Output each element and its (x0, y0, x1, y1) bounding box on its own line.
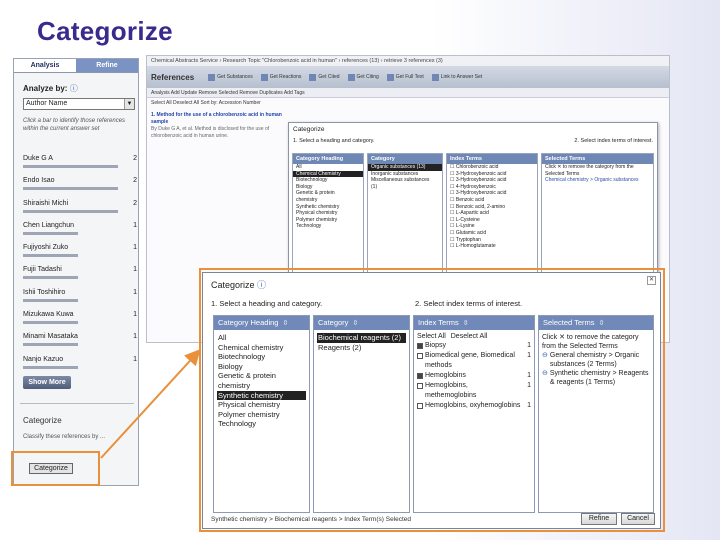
callout-arrow-line (100, 349, 201, 459)
callout-arrow (100, 349, 201, 459)
